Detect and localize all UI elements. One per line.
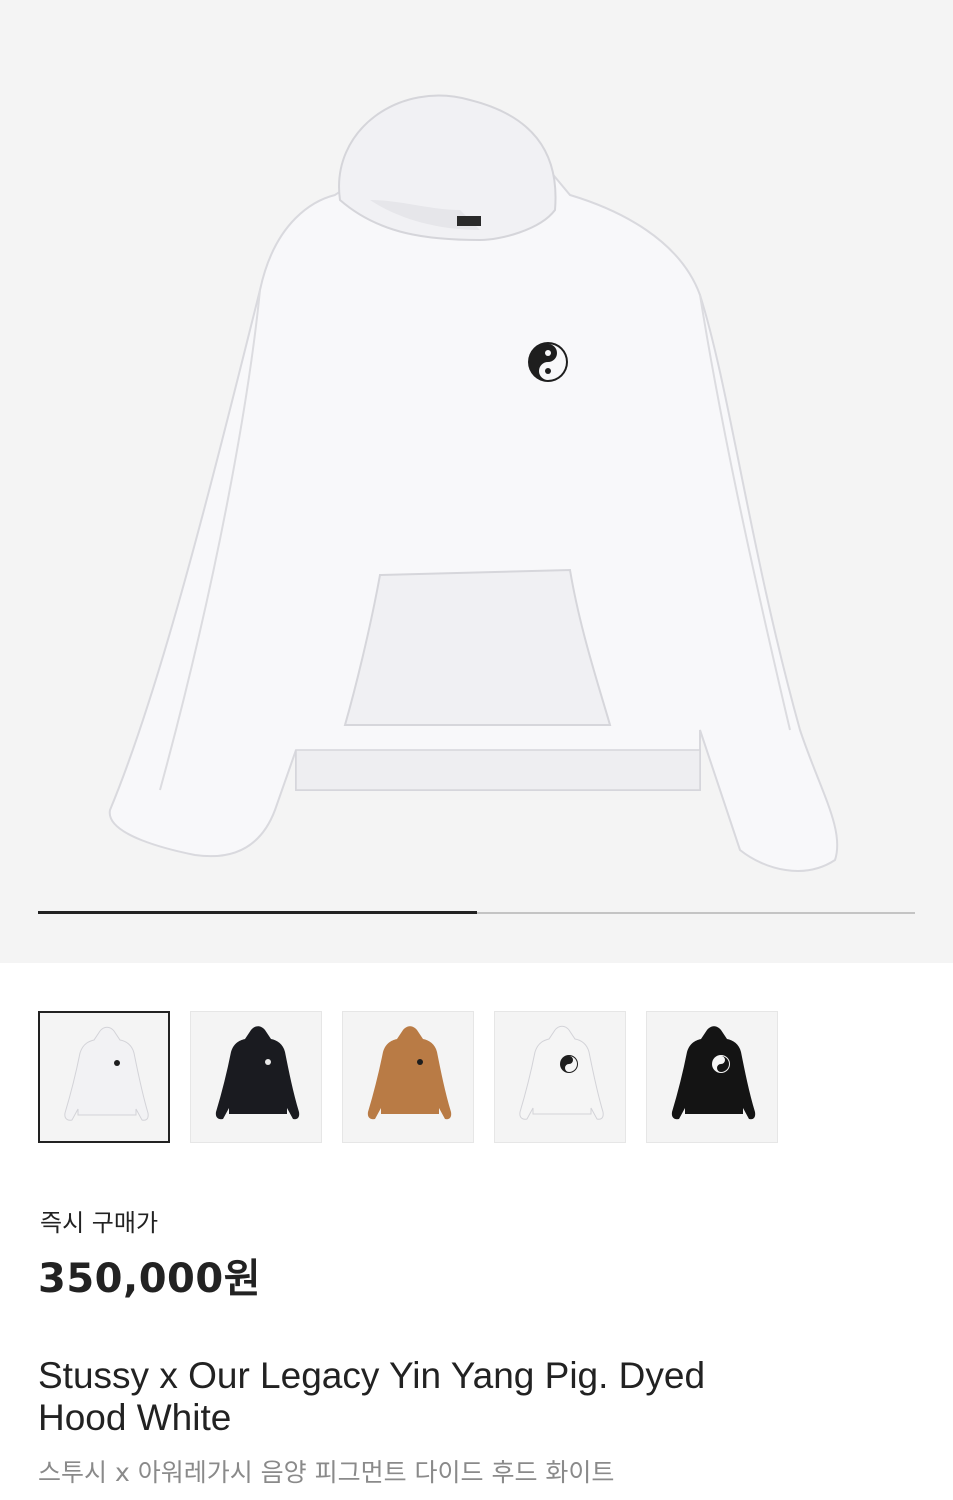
thumb-white-hoodie-large-logo[interactable] — [494, 1011, 626, 1143]
thumb-black-hoodie-small-logo[interactable] — [190, 1011, 322, 1143]
price-label: 즉시 구매가 — [40, 1209, 159, 1237]
hoodie-thumbnail-icon — [519, 1025, 604, 1120]
hoodie-thumbnail-icon — [215, 1026, 300, 1120]
hoodie-illustration — [108, 94, 839, 872]
product-image-gallery[interactable] — [0, 0, 953, 963]
thumb-brown-hoodie-small-logo[interactable] — [342, 1011, 474, 1143]
product-title: Stussy x Our Legacy Yin Yang Pig. Dyed H… — [38, 1355, 706, 1438]
hoodie-thumbnail-icon — [64, 1026, 149, 1121]
hoodie-thumbnail-icon — [367, 1026, 452, 1120]
yin-yang-logo-icon — [528, 342, 568, 382]
hoodie-thumbnail-icon — [671, 1026, 756, 1120]
thumb-black-hoodie-large-logo[interactable] — [646, 1011, 778, 1143]
price-value: 350,000원 — [38, 1256, 261, 1302]
thumbnail-strip — [38, 1011, 778, 1143]
gallery-progress-fill — [38, 911, 477, 914]
gallery-progress-bar — [38, 911, 915, 914]
main-product-image[interactable] — [100, 90, 860, 880]
product-subtitle: 스투시 x 아워레가시 음양 피그먼트 다이드 후드 화이트 — [38, 1458, 615, 1487]
thumb-white-hoodie-small-logo[interactable] — [38, 1011, 170, 1143]
